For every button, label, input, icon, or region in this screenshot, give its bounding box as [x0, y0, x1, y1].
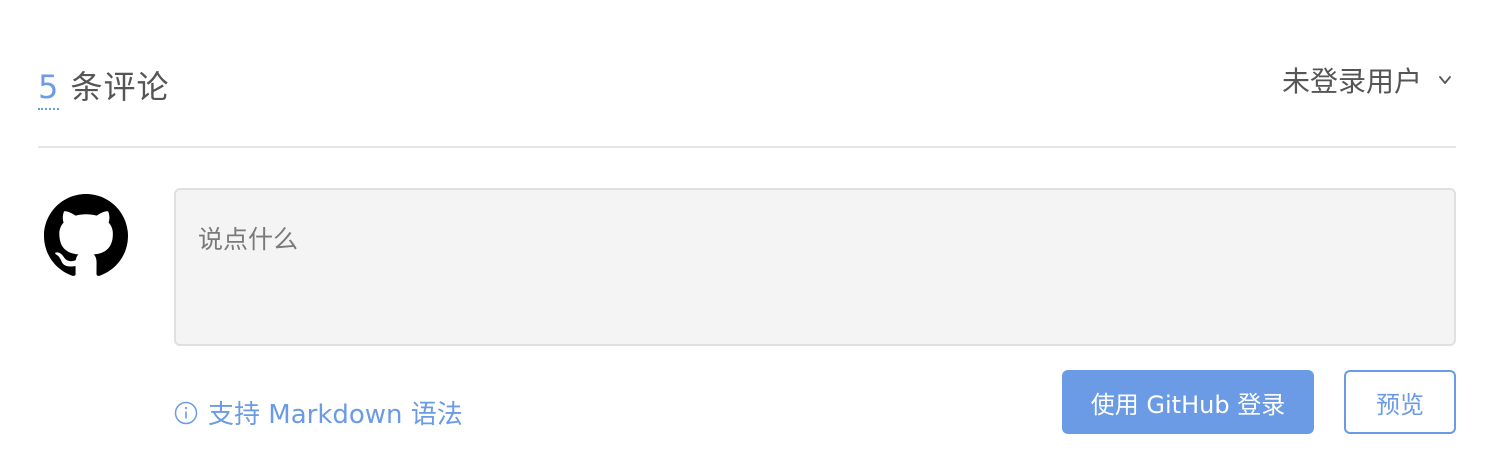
comment-input[interactable] [174, 188, 1456, 346]
comment-header: 5 条评论 未登录用户 [38, 56, 1456, 110]
comment-count: 5 条评论 [38, 62, 170, 110]
comment-count-label: 条评论 [59, 68, 170, 106]
markdown-hint-link[interactable]: 支持 Markdown 语法 [174, 394, 463, 431]
user-menu[interactable]: 未登录用户 [1282, 60, 1452, 100]
info-icon [174, 401, 198, 424]
user-status-label: 未登录用户 [1281, 65, 1422, 98]
header-divider [38, 146, 1456, 148]
github-icon [44, 194, 128, 276]
preview-button[interactable]: 预览 [1344, 370, 1456, 434]
github-login-button[interactable]: 使用 GitHub 登录 [1062, 370, 1314, 434]
comment-count-number: 5 [38, 68, 60, 110]
chevron-down-icon [1439, 76, 1451, 84]
markdown-hint-label: 支持 Markdown 语法 [208, 400, 463, 430]
